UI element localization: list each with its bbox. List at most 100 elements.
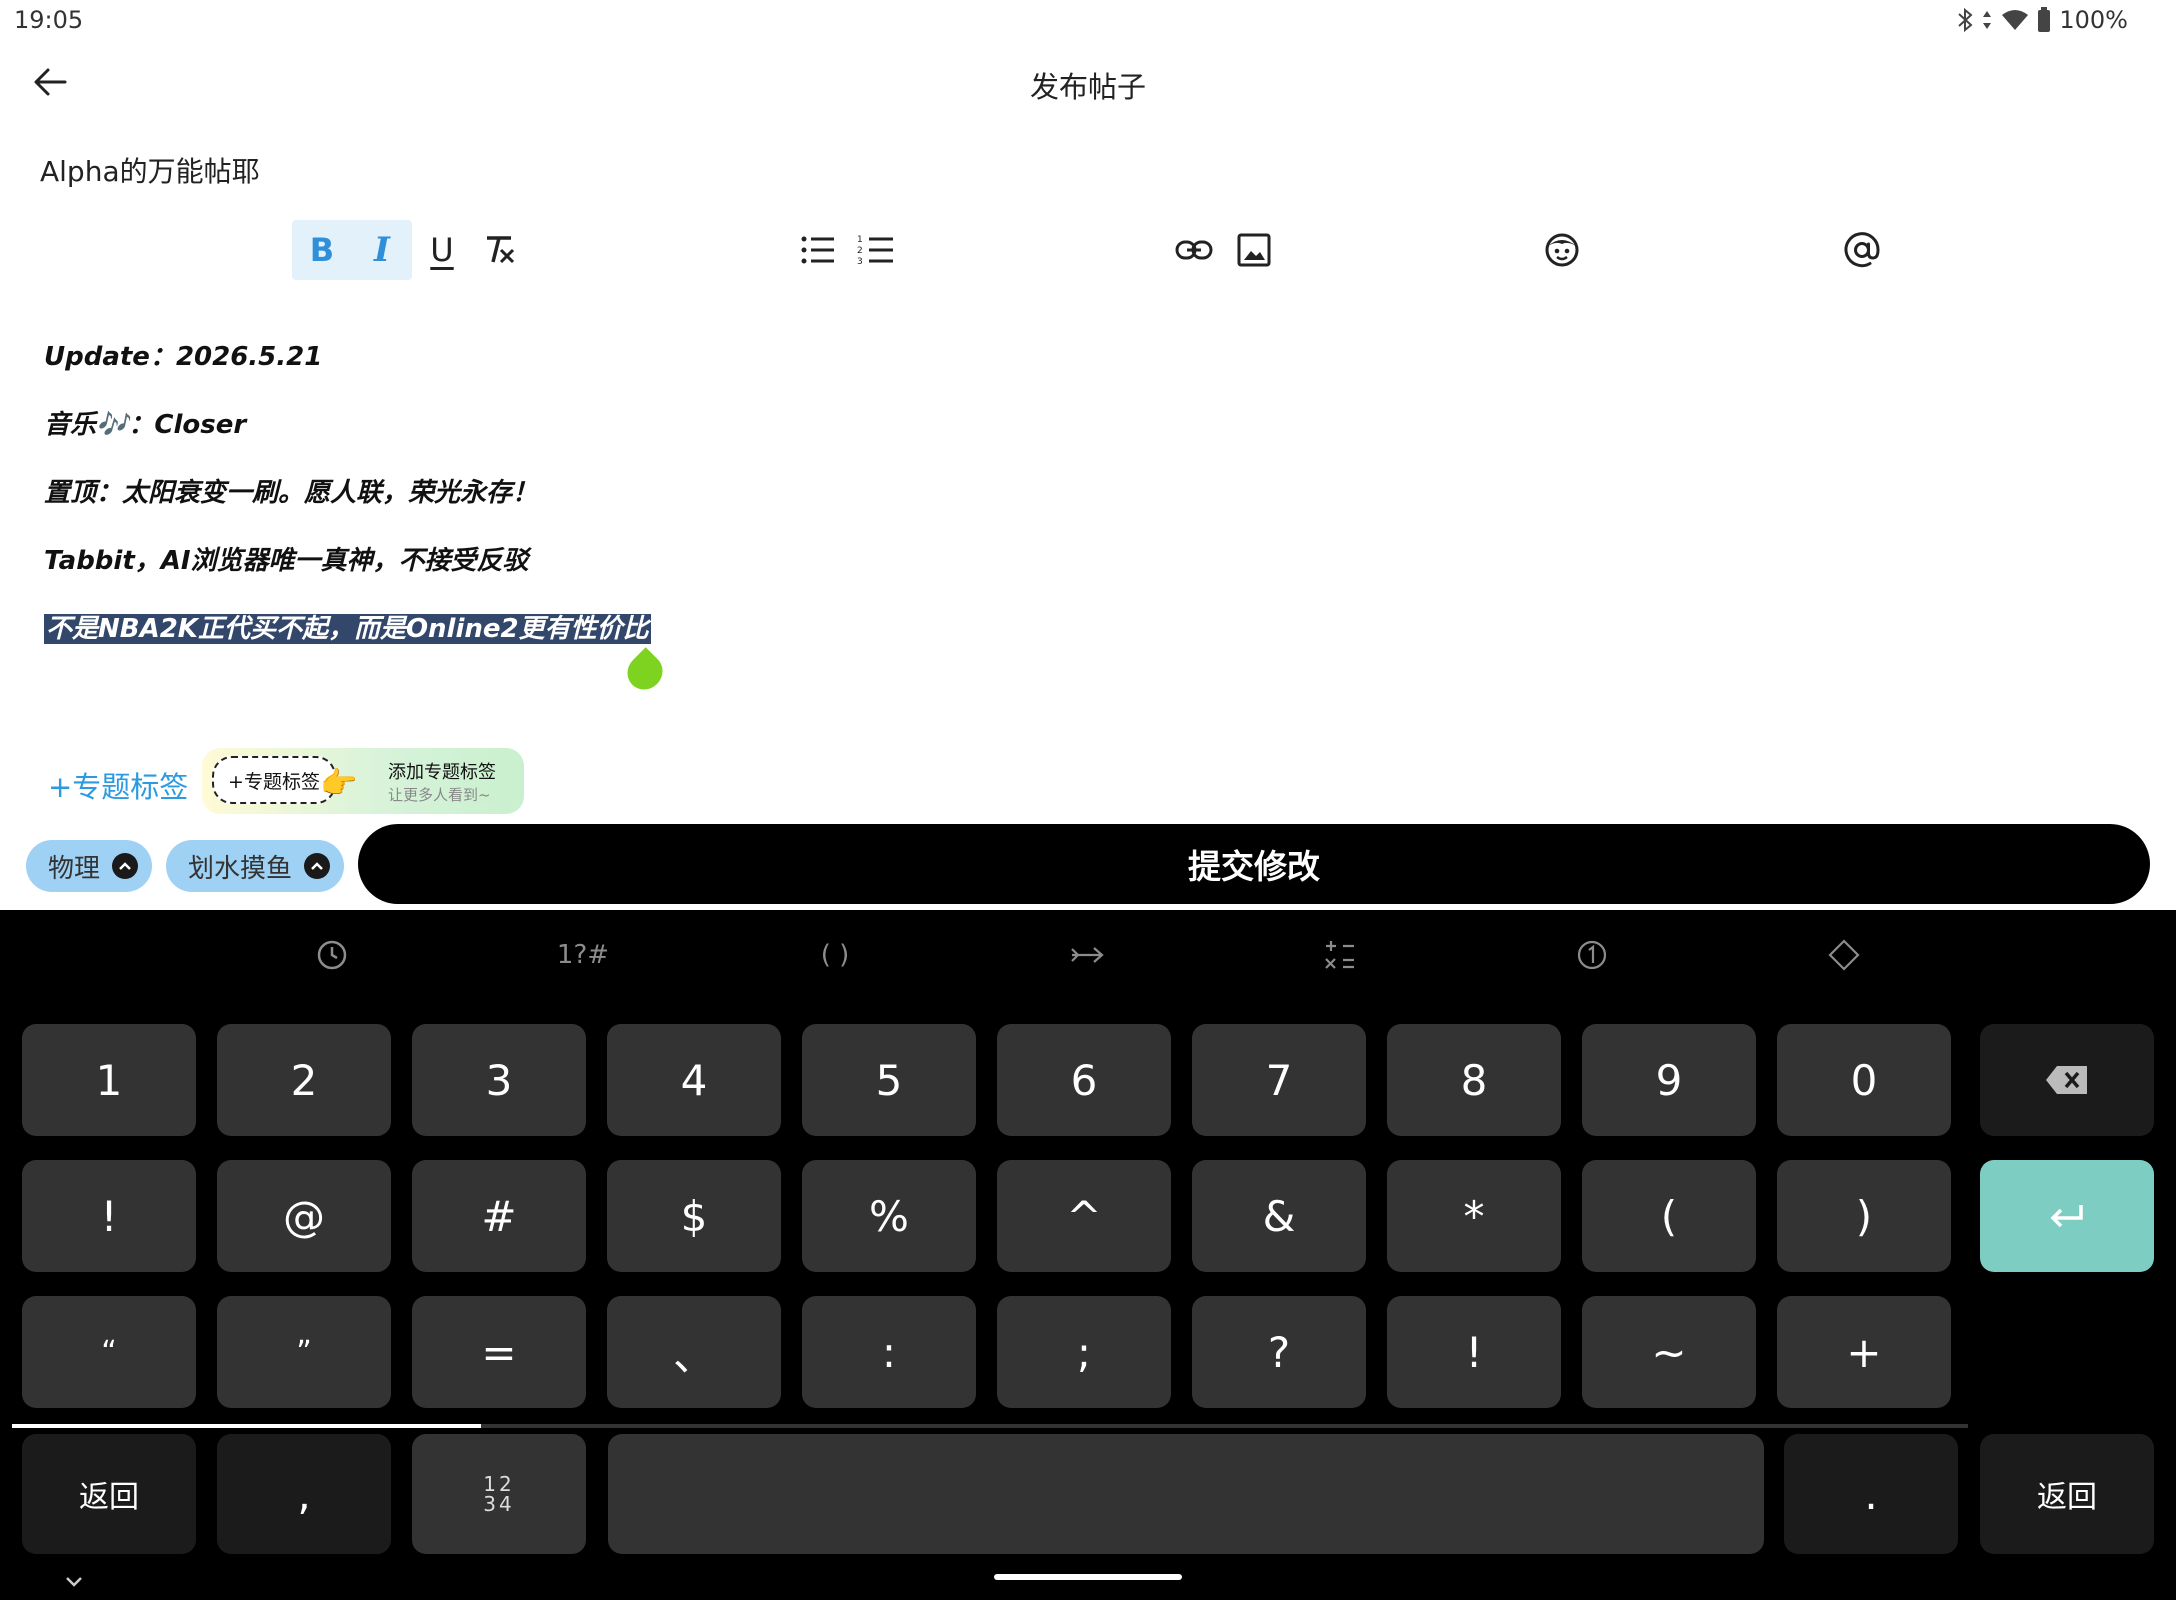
mention-button[interactable]	[1832, 220, 1892, 280]
circled-numbers-tab[interactable]	[1562, 932, 1622, 978]
space-key[interactable]	[608, 1434, 1764, 1554]
key-5[interactable]: 5	[802, 1024, 976, 1136]
clear-format-button[interactable]	[470, 220, 530, 280]
key-equals[interactable]: =	[412, 1296, 586, 1408]
pointing-hand-icon: 👉	[320, 766, 358, 801]
bold-button[interactable]: B	[292, 220, 352, 280]
key-right-paren[interactable]: )	[1777, 1160, 1951, 1272]
hide-keyboard-button[interactable]	[62, 1570, 86, 1594]
status-bar: 19:05 100%	[0, 0, 2176, 44]
svg-text:2: 2	[857, 246, 863, 256]
insert-link-button[interactable]	[1164, 220, 1224, 280]
key-caret[interactable]: ^	[997, 1160, 1171, 1272]
status-time: 19:05	[14, 6, 84, 34]
chevron-up-icon	[304, 853, 331, 879]
bullet-list-icon	[801, 236, 834, 264]
status-icons: 100%	[1957, 6, 2128, 34]
on-screen-keyboard: 1?# ( ) 1 2 3 4 5 6 7 8 9 0 ! @ # $ % ^ …	[0, 910, 2176, 1600]
key-1[interactable]: 1	[22, 1024, 196, 1136]
backspace-key[interactable]	[1980, 1024, 2154, 1136]
underline-button[interactable]: U	[412, 220, 472, 280]
bold-icon: B	[309, 231, 335, 269]
key-right-quote[interactable]: ”	[217, 1296, 391, 1408]
symbols-tab[interactable]: 1?#	[553, 932, 613, 978]
back-key-right[interactable]: 返回	[1980, 1434, 2154, 1554]
recent-symbols-button[interactable]	[302, 932, 362, 978]
key-exclamation[interactable]: !	[22, 1160, 196, 1272]
key-percent[interactable]: %	[802, 1160, 976, 1272]
math-operators-icon	[1325, 941, 1354, 969]
category-chip-physics[interactable]: 物理	[26, 840, 153, 892]
emoji-button[interactable]	[1532, 220, 1592, 280]
italic-icon: I	[374, 230, 390, 270]
submit-changes-button[interactable]: 提交修改	[358, 824, 2150, 904]
underline-icon: U	[430, 231, 454, 269]
battery-percent: 100%	[2059, 6, 2128, 34]
category-chip-slacking[interactable]: 划水摸鱼	[166, 840, 345, 892]
key-plus[interactable]: +	[1777, 1296, 1951, 1408]
content-line: 音乐🎶：Closer	[44, 410, 247, 440]
promo-topic-chip: +专题标签	[212, 756, 336, 804]
key-0[interactable]: 0	[1777, 1024, 1951, 1136]
add-topic-tag-link[interactable]: +专题标签	[48, 764, 188, 806]
category-label: 划水摸鱼	[188, 853, 293, 884]
battery-icon	[2038, 7, 2051, 32]
arrow-right-icon	[1071, 947, 1104, 963]
numbered-list-icon: 123	[857, 235, 893, 267]
key-question[interactable]: ?	[1192, 1296, 1366, 1408]
shapes-tab[interactable]	[1814, 932, 1874, 978]
data-arrows-icon	[1983, 11, 1992, 29]
key-enumeration-comma[interactable]: 、	[607, 1296, 781, 1408]
selected-content-line: 不是NBA2K正代买不起，而是Online2更有性价比	[44, 612, 1444, 680]
back-key-left[interactable]: 返回	[22, 1434, 196, 1554]
promo-title: 添加专题标签	[388, 762, 496, 783]
arrows-tab[interactable]	[1058, 932, 1118, 978]
key-hash[interactable]: #	[412, 1160, 586, 1272]
key-semicolon[interactable]: ;	[997, 1296, 1171, 1408]
link-icon	[1175, 240, 1213, 260]
enter-key[interactable]	[1980, 1160, 2154, 1272]
post-title-input[interactable]: Alpha的万能帖耶	[40, 150, 260, 190]
home-indicator[interactable]	[994, 1574, 1182, 1580]
at-sign-icon	[1844, 232, 1880, 268]
category-label: 物理	[48, 853, 101, 884]
comma-key[interactable]: ,	[217, 1434, 391, 1554]
numpad-toggle-key[interactable]: 12 34	[412, 1434, 586, 1554]
key-dollar[interactable]: $	[607, 1160, 781, 1272]
key-exclamation-2[interactable]: !	[1387, 1296, 1561, 1408]
key-7[interactable]: 7	[1192, 1024, 1366, 1136]
wifi-icon	[2002, 10, 2029, 30]
key-6[interactable]: 6	[997, 1024, 1171, 1136]
svg-text:3: 3	[857, 257, 863, 267]
key-8[interactable]: 8	[1387, 1024, 1561, 1136]
key-9[interactable]: 9	[1582, 1024, 1756, 1136]
keyboard-toolbar: 1?# ( )	[0, 910, 2176, 1000]
key-left-quote[interactable]: “	[22, 1296, 196, 1408]
symbol-page-scrollbar[interactable]	[12, 1424, 1968, 1428]
key-tilde[interactable]: ~	[1582, 1296, 1756, 1408]
editor-content[interactable]: Update：2026.5.21 音乐🎶：Closer 置顶：太阳衰变一刷。愿人…	[44, 340, 1444, 680]
key-colon[interactable]: :	[802, 1296, 976, 1408]
page-title: 发布帖子	[1029, 70, 1146, 104]
backspace-icon	[2046, 1066, 2087, 1094]
enter-icon	[2050, 1205, 2083, 1228]
key-ampersand[interactable]: &	[1192, 1160, 1366, 1272]
bullet-list-button[interactable]	[788, 220, 848, 280]
image-icon	[1237, 233, 1271, 267]
key-left-paren[interactable]: (	[1582, 1160, 1756, 1272]
numbered-list-button[interactable]: 123	[846, 220, 906, 280]
bluetooth-icon	[1958, 8, 1973, 32]
key-3[interactable]: 3	[412, 1024, 586, 1136]
key-2[interactable]: 2	[217, 1024, 391, 1136]
topic-tag-promo-banner[interactable]: +专题标签 👉 添加专题标签 让更多人看到~	[202, 748, 524, 814]
italic-button[interactable]: I	[352, 220, 412, 280]
circled-one-icon	[1577, 940, 1607, 970]
period-key[interactable]: .	[1784, 1434, 1958, 1554]
brackets-tab[interactable]: ( )	[805, 932, 865, 978]
insert-image-button[interactable]	[1224, 220, 1284, 280]
math-tab[interactable]	[1310, 932, 1370, 978]
key-at[interactable]: @	[217, 1160, 391, 1272]
key-4[interactable]: 4	[607, 1024, 781, 1136]
clock-icon	[317, 940, 347, 970]
key-asterisk[interactable]: *	[1387, 1160, 1561, 1272]
